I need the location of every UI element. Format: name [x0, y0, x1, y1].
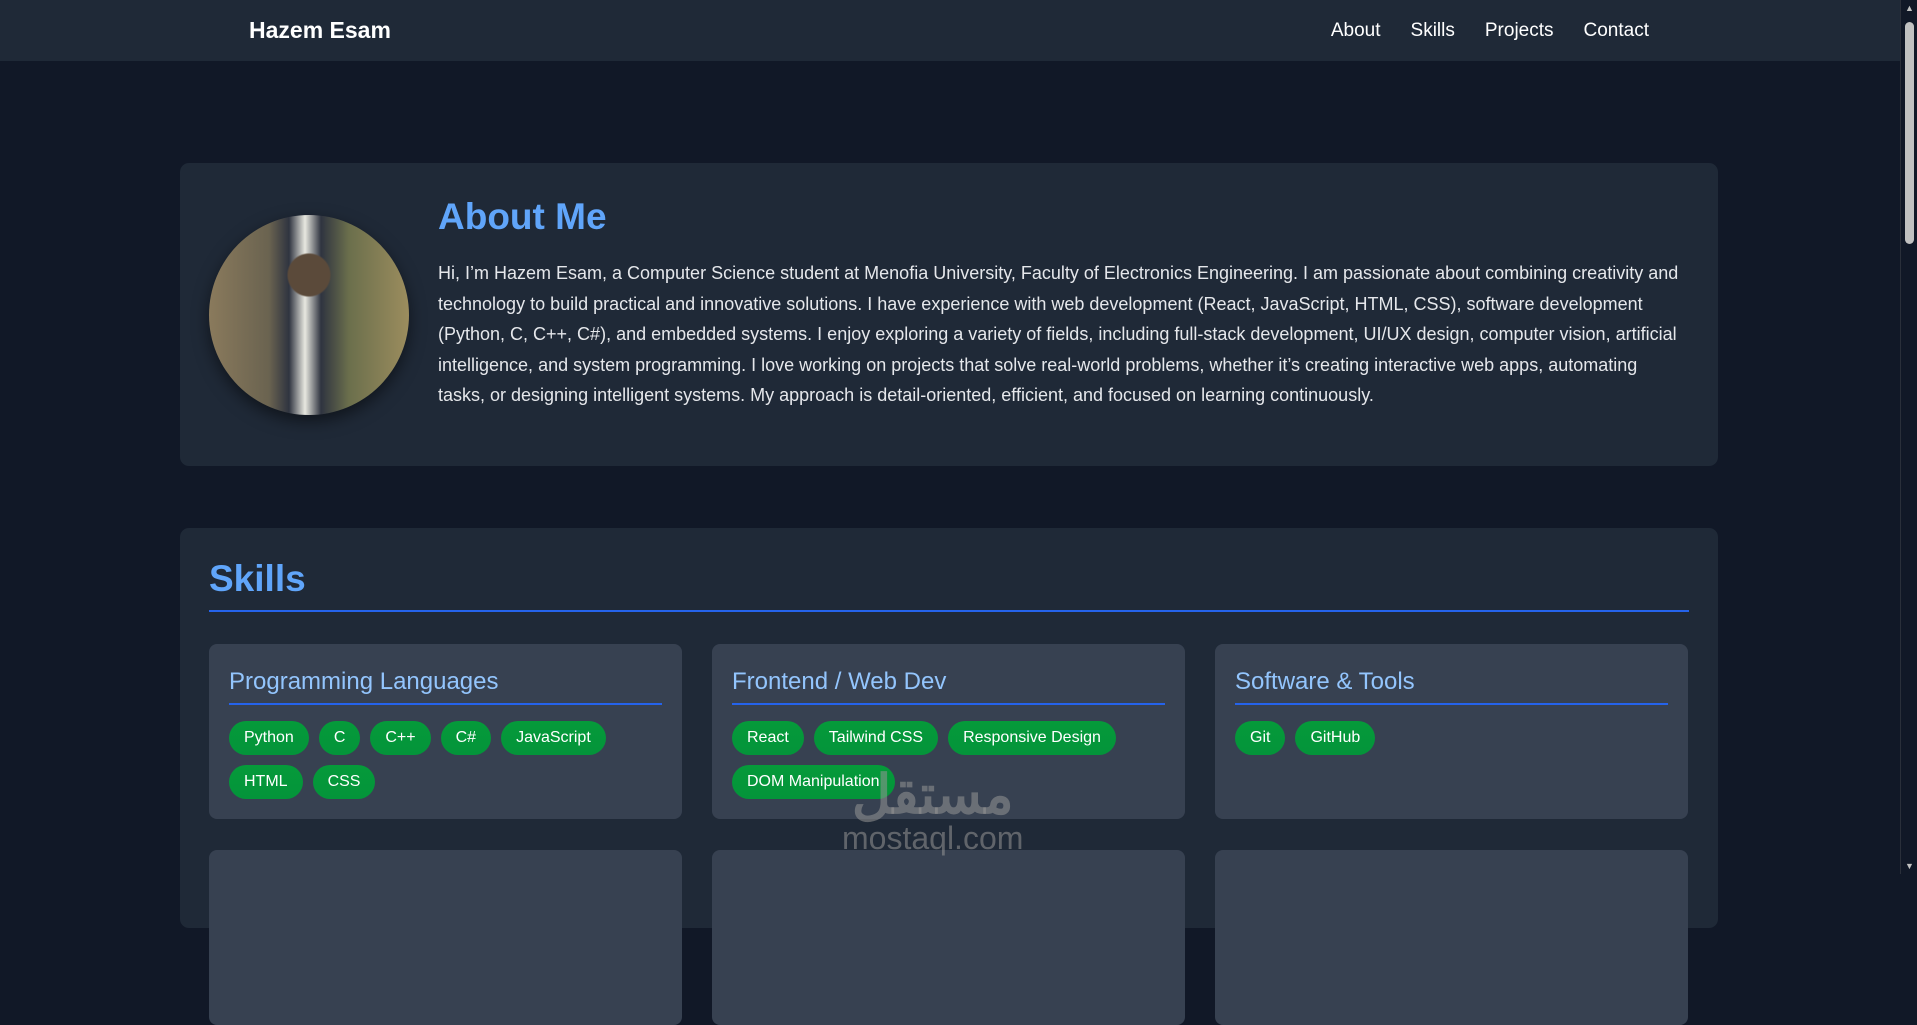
scrollbar-thumb[interactable]	[1905, 22, 1914, 244]
skill-tag: Python	[229, 721, 309, 755]
skill-tag: Git	[1235, 721, 1286, 755]
skill-tag: Responsive Design	[948, 721, 1116, 755]
about-text: Hi, I’m Hazem Esam, a Computer Science s…	[438, 263, 1679, 405]
skill-tags: Git GitHub	[1235, 721, 1675, 755]
watermark: مستقل mostaql.com	[842, 765, 1024, 857]
skill-tag: C++	[370, 721, 431, 755]
nav-link-skills[interactable]: Skills	[1411, 20, 1455, 42]
divider	[732, 703, 1165, 705]
skill-tag: Tailwind CSS	[813, 721, 939, 755]
skill-group-title: Frontend / Web Dev	[732, 668, 947, 695]
skill-group-card	[209, 850, 682, 1025]
skill-tags: Python C C++ C# JavaScript HTML CSS	[229, 721, 669, 799]
skills-title: Skills	[209, 558, 306, 599]
nav-links: About Skills Projects Contact	[1331, 20, 1649, 42]
skill-group-tools: Software & Tools Git GitHub	[1215, 644, 1688, 819]
navbar: Hazem Esam About Skills Projects Contact	[0, 0, 1900, 61]
skill-group-programming: Programming Languages Python C C++ C# Ja…	[209, 644, 682, 819]
skill-group-card	[1215, 850, 1688, 1025]
about-title: About Me	[438, 196, 607, 237]
skill-tag: HTML	[229, 765, 303, 799]
skill-group-title: Software & Tools	[1235, 668, 1415, 695]
scroll-up-icon[interactable]: ▲	[1905, 3, 1914, 13]
watermark-latin: mostaql.com	[842, 820, 1024, 856]
nav-link-projects[interactable]: Projects	[1485, 20, 1554, 42]
divider	[1235, 703, 1668, 705]
scrollbar[interactable]: ▲ ▼	[1900, 0, 1917, 874]
nav-link-about[interactable]: About	[1331, 20, 1381, 42]
profile-photo	[209, 215, 409, 415]
nav-link-contact[interactable]: Contact	[1584, 20, 1649, 42]
divider	[229, 703, 662, 705]
skill-tag: JavaScript	[501, 721, 606, 755]
scroll-down-icon[interactable]: ▼	[1905, 861, 1914, 871]
skill-tag: C	[318, 721, 361, 755]
skills-divider	[209, 610, 1689, 612]
skill-group-title: Programming Languages	[229, 668, 499, 695]
brand-logo[interactable]: Hazem Esam	[249, 17, 391, 44]
skill-tag: GitHub	[1295, 721, 1376, 755]
skill-group-card	[712, 850, 1185, 1025]
skill-tag: CSS	[312, 765, 376, 799]
watermark-arabic: مستقل	[851, 765, 1014, 825]
skill-tag: React	[732, 721, 804, 755]
skill-tag: C#	[440, 721, 492, 755]
